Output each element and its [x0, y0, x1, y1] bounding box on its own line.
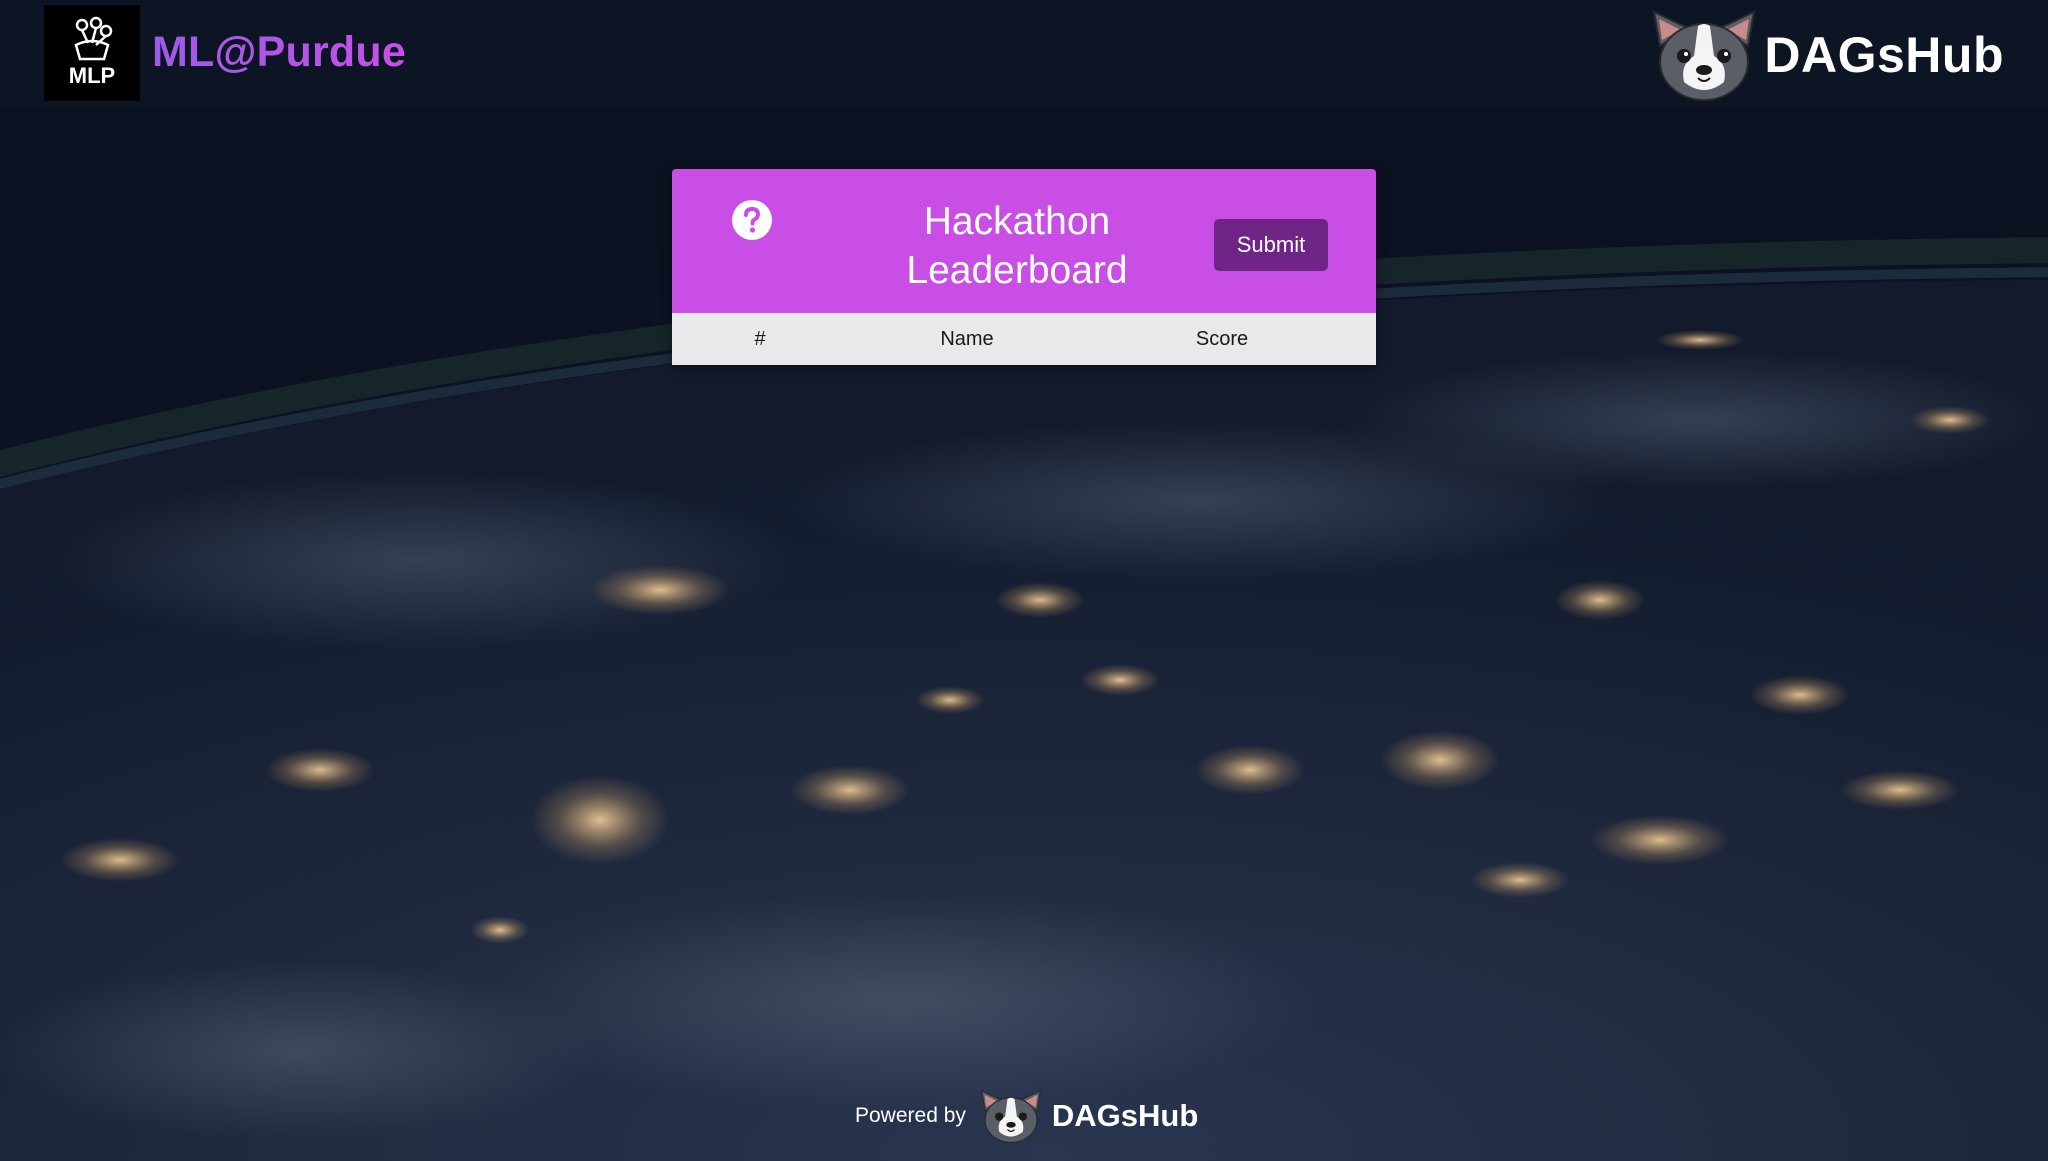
- dagshub-wordmark: DAGsHub: [1764, 27, 2004, 83]
- leaderboard-title: Hackathon Leaderboard: [867, 197, 1167, 295]
- dagshub-logo[interactable]: DAGsHub: [1648, 6, 2004, 104]
- mlp-logo-icon: MLP: [69, 16, 115, 88]
- powered-by-label: Powered by: [855, 1104, 966, 1127]
- leaderboard-card: Hackathon Leaderboard Submit # Name Scor…: [672, 169, 1376, 365]
- leaderboard-title-line1: Hackathon: [923, 200, 1111, 243]
- column-header-score[interactable]: Score: [1172, 313, 1272, 365]
- column-header-name[interactable]: Name: [922, 313, 1012, 365]
- leaderboard-title-line2: Leaderboard: [906, 249, 1128, 292]
- powered-by-footer[interactable]: Powered by DAGsHub: [855, 1086, 1198, 1146]
- dagshub-dog-icon: [1653, 10, 1756, 101]
- leaderboard-header: Hackathon Leaderboard Submit: [672, 169, 1376, 313]
- dagshub-wordmark: DAGsHub: [1051, 1098, 1199, 1133]
- svg-text:MLP: MLP: [69, 63, 115, 88]
- brand-title[interactable]: ML@Purdue: [152, 28, 406, 77]
- submit-button[interactable]: Submit: [1214, 219, 1328, 271]
- question-circle-icon[interactable]: [731, 199, 773, 241]
- top-navbar: MLP ML@Purdue DAGsHub: [0, 0, 2048, 108]
- leaderboard-table-header: # Name Score: [672, 313, 1376, 365]
- dagshub-dog-icon: [980, 1089, 1042, 1144]
- mlp-logo[interactable]: MLP: [44, 5, 140, 101]
- column-header-rank[interactable]: #: [742, 313, 778, 365]
